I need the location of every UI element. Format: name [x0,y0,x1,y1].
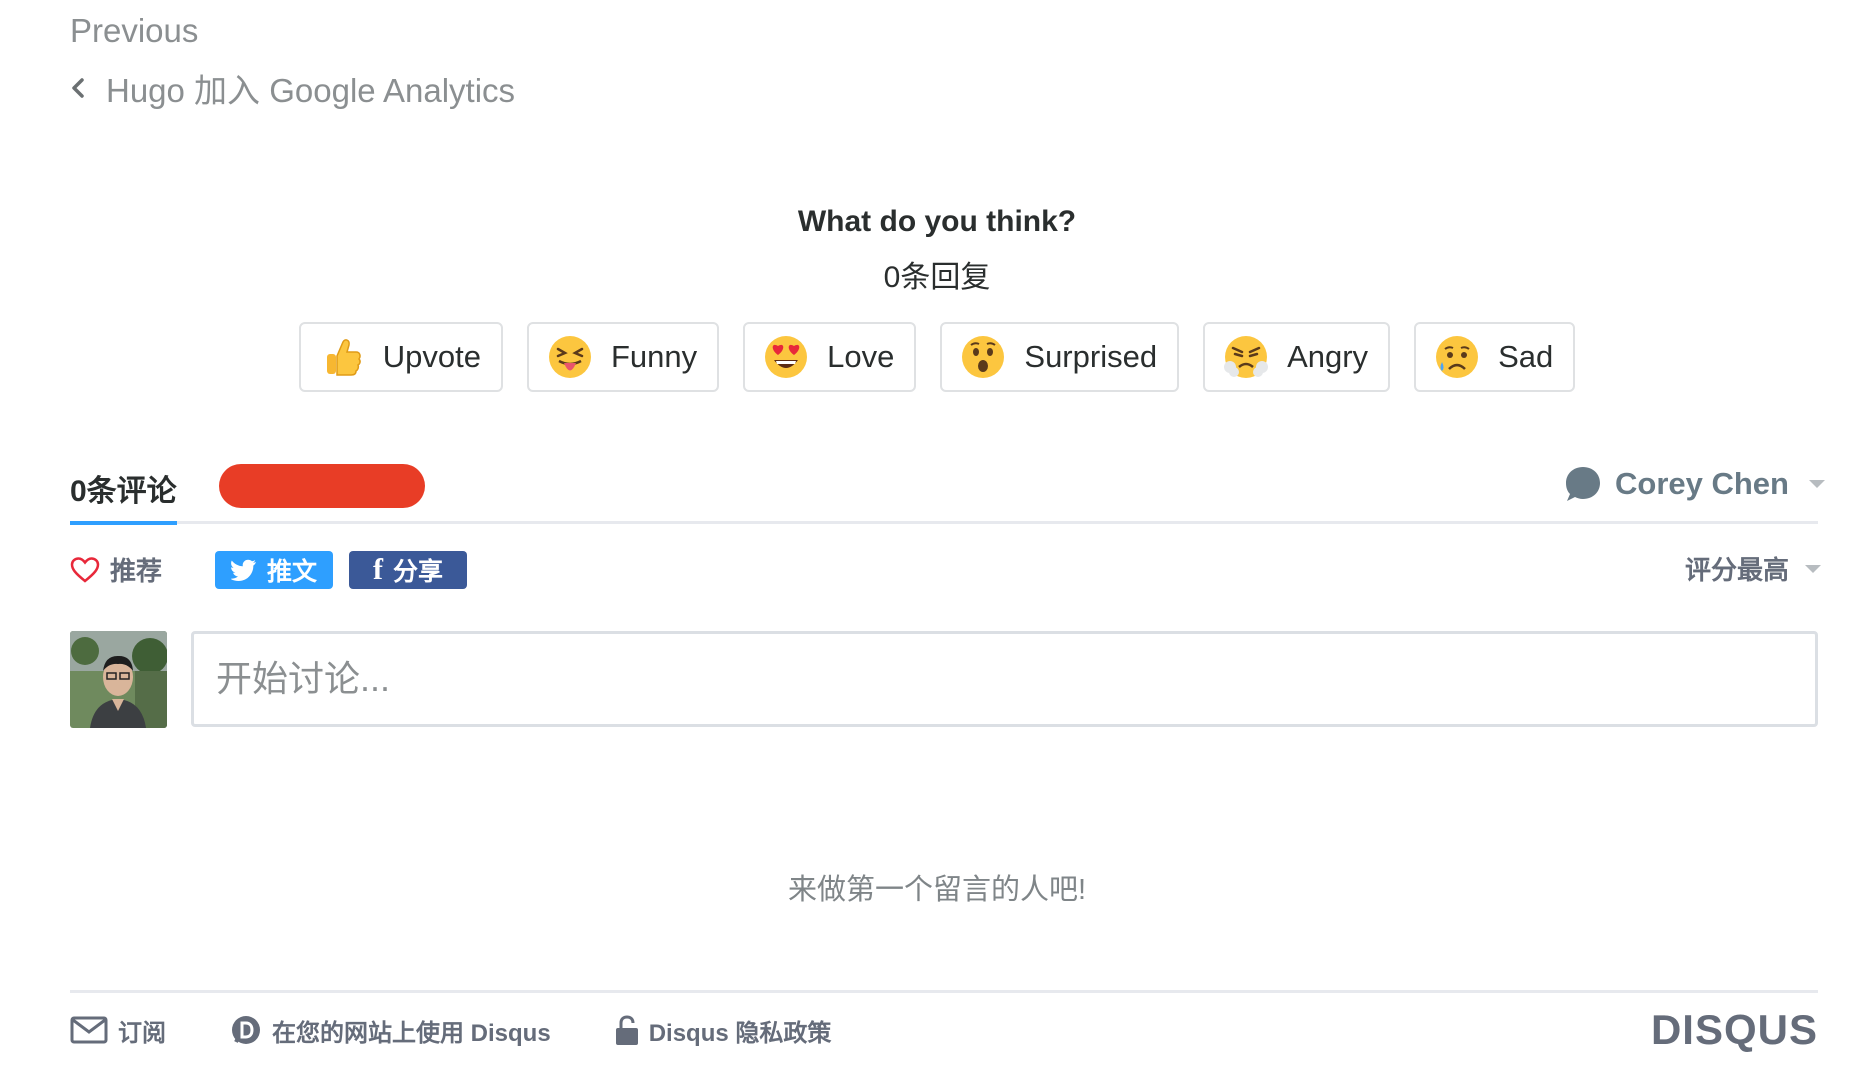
angry-emoji-icon [1224,336,1269,378]
sad-emoji-icon [1436,336,1479,378]
comment-composer-input[interactable] [191,631,1818,727]
reaction-funny-button[interactable]: Funny [526,322,720,392]
speech-bubble-icon [1566,467,1600,501]
avatar [70,631,167,728]
empty-comments-message: 来做第一个留言的人吧! [787,874,1087,906]
use-disqus-link[interactable]: 在您的网站上使用 Disqus [230,1013,551,1048]
footer-divider [70,990,1818,993]
previous-post-title: Hugo 加入 Google Analytics [106,72,516,109]
reaction-surprised-label: Surprised [1024,339,1158,374]
tongue-out-emoji-icon [548,336,591,378]
recommend-button[interactable]: 推荐 [70,551,162,588]
reaction-funny-label: Funny [610,339,698,374]
chevron-down-icon [1808,480,1825,488]
facebook-share-button[interactable]: f 分享 [349,551,467,589]
reaction-upvote-label: Upvote [382,339,481,374]
facebook-icon: f [372,553,383,586]
envelope-icon [70,1016,108,1044]
reaction-love-button[interactable]: Love [743,322,917,392]
reaction-sad-label: Sad [1498,339,1554,374]
privacy-label: Disqus 隐私政策 [648,1019,832,1047]
heart-outline-icon [70,556,100,583]
reaction-sad-button[interactable]: Sad [1414,322,1576,392]
subscribe-label: 订阅 [118,1019,166,1047]
sort-dropdown[interactable]: 评分最高 [1685,550,1822,587]
chevron-down-icon [1805,564,1822,573]
subscribe-link[interactable]: 订阅 [70,1013,166,1048]
chevron-left-icon [72,78,84,98]
tab-comment-count[interactable]: 0条评论 [70,466,177,510]
disqus-d-icon [232,1016,260,1044]
user-menu[interactable]: Corey Chen [1563,464,1825,504]
reaction-love-label: Love [827,339,895,374]
reactions-bar: Upvote Funny Love Surprised Angry Sad [0,322,1874,394]
user-name: Corey Chen [1615,466,1789,501]
sort-label: 评分最高 [1685,555,1790,585]
thumbs-up-icon [326,339,361,376]
reactions-count: 0条回复 [883,261,991,294]
lock-icon [615,1015,638,1045]
recommend-label: 推荐 [110,556,163,586]
footer: 订阅 在您的网站上使用 Disqus Disqus 隐私政策 DISQUS [70,1006,1818,1053]
previous-post-link[interactable]: Hugo 加入 Google Analytics [68,64,515,112]
reaction-upvote-button[interactable]: Upvote [298,322,503,392]
heart-eyes-emoji-icon [765,336,808,378]
use-disqus-label: 在您的网站上使用 Disqus [272,1019,551,1047]
tab-divider [70,521,1818,524]
reaction-surprised-button[interactable]: Surprised [940,322,1180,392]
surprised-emoji-icon [962,336,1005,378]
disqus-logo[interactable]: DISQUS [1651,1006,1818,1054]
reaction-angry-label: Angry [1287,339,1369,374]
twitter-bird-icon [230,559,256,581]
reaction-angry-button[interactable]: Angry [1203,322,1391,392]
tab-active-underline [70,521,177,525]
tweet-button[interactable]: 推文 [215,551,333,589]
privacy-policy-link[interactable]: Disqus 隐私政策 [615,1013,832,1048]
reactions-title: What do you think? [797,205,1077,238]
previous-label: Previous [70,12,199,49]
redacted-badge [219,464,425,508]
share-label: 分享 [392,558,443,586]
tweet-label: 推文 [266,558,317,586]
